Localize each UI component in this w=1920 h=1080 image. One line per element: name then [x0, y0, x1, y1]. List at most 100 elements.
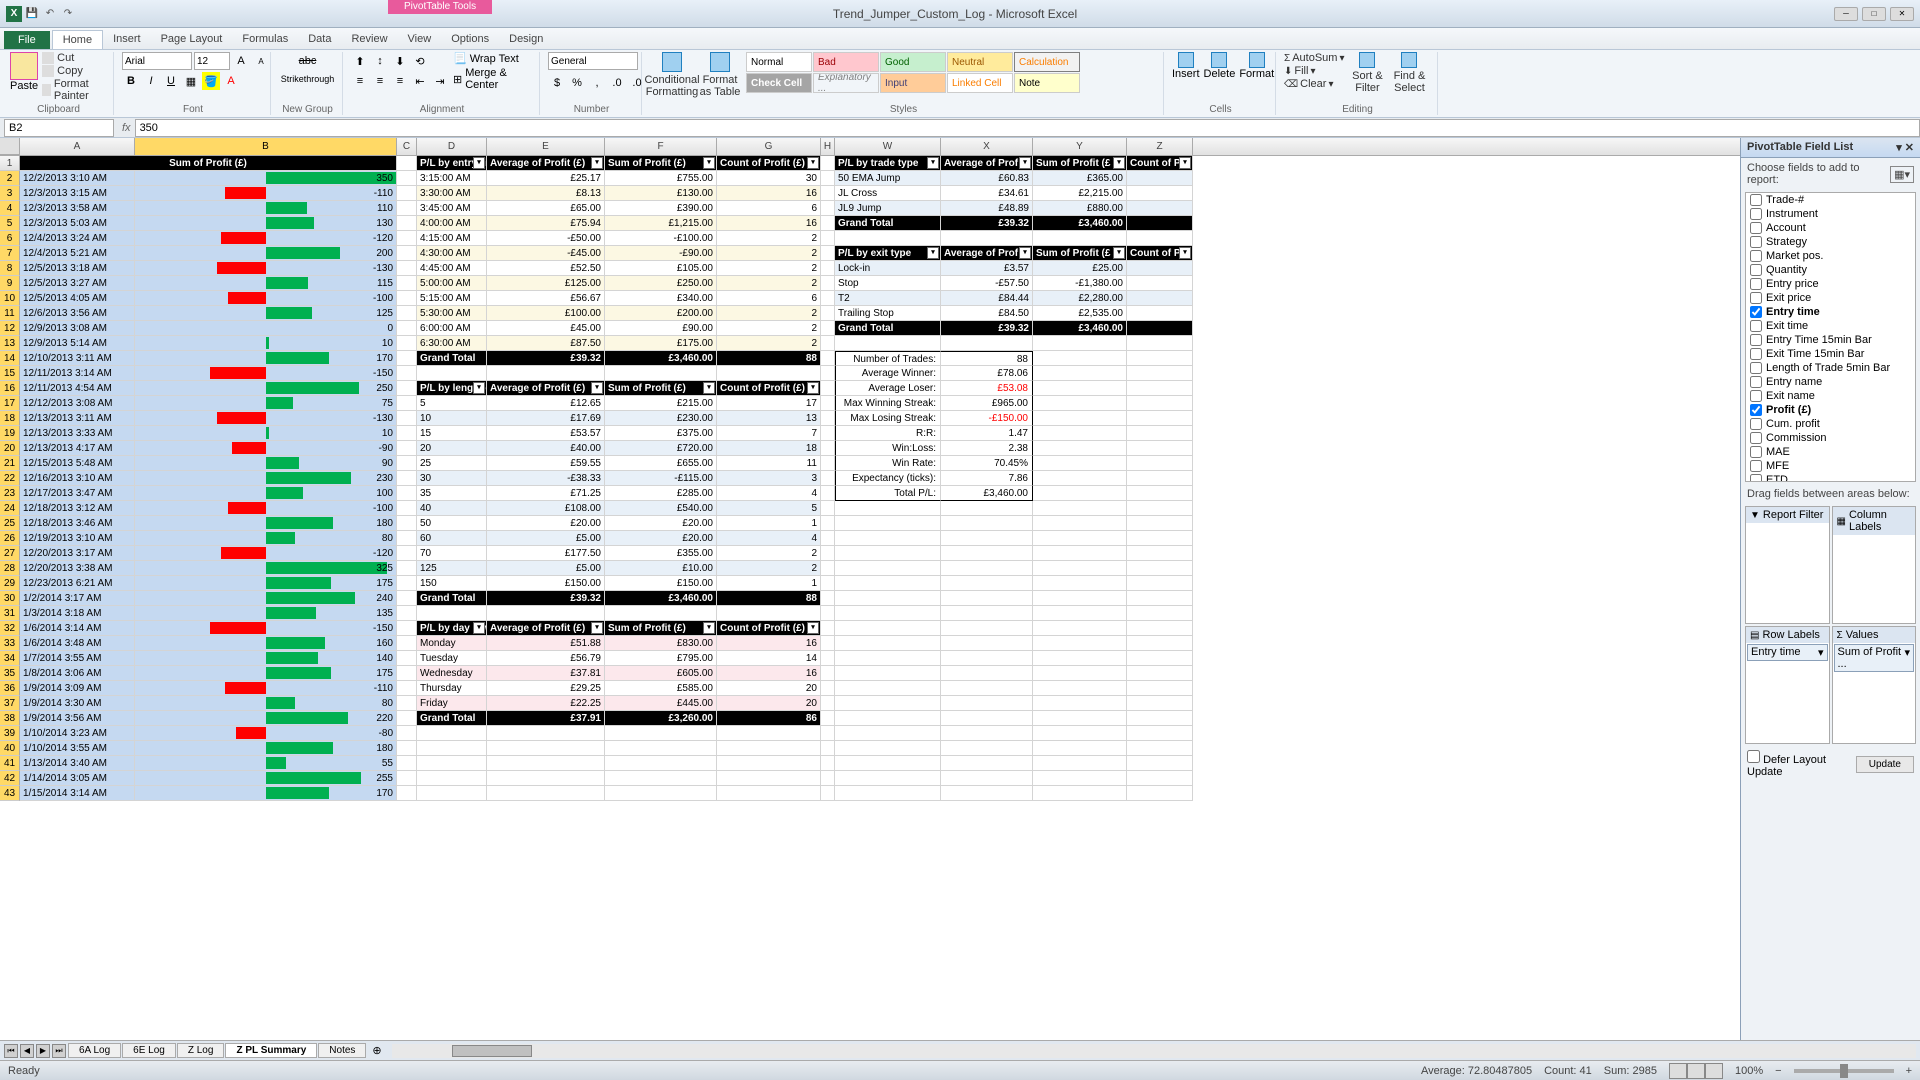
column-labels-zone[interactable]: ▦ Column Labels: [1832, 506, 1917, 624]
fill-color-button[interactable]: 🪣: [202, 72, 220, 90]
defer-checkbox[interactable]: Defer Layout Update: [1747, 750, 1852, 778]
maximize-icon[interactable]: □: [1862, 7, 1886, 21]
format-painter-button[interactable]: Format Painter: [42, 78, 107, 102]
undo-icon[interactable]: ↶: [42, 6, 58, 22]
align-left-icon[interactable]: ≡: [351, 72, 369, 90]
font-color-button[interactable]: A: [222, 72, 240, 90]
row-header-28[interactable]: 28: [0, 561, 20, 576]
merge-center-button[interactable]: ⊞Merge & Center: [453, 67, 533, 91]
col-header-A[interactable]: A: [20, 138, 135, 155]
filter-icon[interactable]: ▾: [927, 247, 939, 259]
sheet-tab-z-log[interactable]: Z Log: [177, 1043, 225, 1058]
field-length-of-trade-5min-bar[interactable]: Length of Trade 5min Bar: [1746, 361, 1915, 375]
row-header-37[interactable]: 37: [0, 696, 20, 711]
col-header-W[interactable]: W: [835, 138, 941, 155]
field-cum--profit[interactable]: Cum. profit: [1746, 417, 1915, 431]
tab-first-icon[interactable]: ⏮: [4, 1044, 18, 1058]
field-entry-time[interactable]: Entry time: [1746, 305, 1915, 319]
zoom-in-icon[interactable]: +: [1906, 1065, 1912, 1077]
find-select-button[interactable]: Find & Select: [1390, 52, 1428, 94]
row-header-41[interactable]: 41: [0, 756, 20, 771]
filter-icon[interactable]: ▾: [591, 622, 603, 634]
page-break-view-icon[interactable]: [1705, 1063, 1723, 1079]
menu-tab-formulas[interactable]: Formulas: [232, 30, 298, 49]
style-good[interactable]: Good: [880, 52, 946, 72]
sheet-tab-6a-log[interactable]: 6A Log: [68, 1043, 121, 1058]
menu-tab-data[interactable]: Data: [298, 30, 341, 49]
row-header-20[interactable]: 20: [0, 441, 20, 456]
row-header-16[interactable]: 16: [0, 381, 20, 396]
col-header-F[interactable]: F: [605, 138, 717, 155]
menu-tab-page-layout[interactable]: Page Layout: [151, 30, 233, 49]
field-commission[interactable]: Commission: [1746, 431, 1915, 445]
field-etd[interactable]: ETD: [1746, 473, 1915, 482]
style-calculation[interactable]: Calculation: [1014, 52, 1080, 72]
autosum-button[interactable]: Σ AutoSum ▾: [1284, 52, 1344, 64]
row-header-30[interactable]: 30: [0, 591, 20, 606]
format-cells-button[interactable]: Format: [1239, 52, 1274, 80]
row-header-21[interactable]: 21: [0, 456, 20, 471]
style-bad[interactable]: Bad: [813, 52, 879, 72]
number-format-select[interactable]: [548, 52, 638, 70]
menu-tab-view[interactable]: View: [398, 30, 442, 49]
zoom-out-icon[interactable]: −: [1775, 1065, 1781, 1077]
row-header-4[interactable]: 4: [0, 201, 20, 216]
inc-decimal-icon[interactable]: .0: [608, 74, 626, 92]
row-header-3[interactable]: 3: [0, 186, 20, 201]
field-mfe[interactable]: MFE: [1746, 459, 1915, 473]
row-header-35[interactable]: 35: [0, 666, 20, 681]
row-header-12[interactable]: 12: [0, 321, 20, 336]
update-button[interactable]: Update: [1856, 756, 1914, 773]
filter-icon[interactable]: ▾: [1179, 247, 1191, 259]
field-exit-time-15min-bar[interactable]: Exit Time 15min Bar: [1746, 347, 1915, 361]
row-header-9[interactable]: 9: [0, 276, 20, 291]
orientation-icon[interactable]: ⟲: [411, 52, 429, 70]
col-header-G[interactable]: G: [717, 138, 821, 155]
tab-last-icon[interactable]: ⏭: [52, 1044, 66, 1058]
row-header-24[interactable]: 24: [0, 501, 20, 516]
row-header-36[interactable]: 36: [0, 681, 20, 696]
filter-icon[interactable]: ▾: [703, 622, 715, 634]
close-panel-icon[interactable]: ▾ ✕: [1896, 141, 1914, 154]
menu-tab-insert[interactable]: Insert: [103, 30, 151, 49]
row-header-10[interactable]: 10: [0, 291, 20, 306]
filter-icon[interactable]: ▾: [1019, 157, 1031, 169]
col-header-D[interactable]: D: [417, 138, 487, 155]
filter-icon[interactable]: ▾: [807, 157, 819, 169]
clear-button[interactable]: ⌫ Clear ▾: [1284, 78, 1344, 90]
field-strategy[interactable]: Strategy: [1746, 235, 1915, 249]
report-filter-zone[interactable]: ▼ Report Filter: [1745, 506, 1830, 624]
fx-icon[interactable]: fx: [122, 122, 131, 134]
save-icon[interactable]: 💾: [24, 6, 40, 22]
field-exit-time[interactable]: Exit time: [1746, 319, 1915, 333]
row-header-25[interactable]: 25: [0, 516, 20, 531]
underline-button[interactable]: U: [162, 72, 180, 90]
col-header-E[interactable]: E: [487, 138, 605, 155]
redo-icon[interactable]: ↷: [60, 6, 76, 22]
field-quantity[interactable]: Quantity: [1746, 263, 1915, 277]
minimize-icon[interactable]: ─: [1834, 7, 1858, 21]
style-explanatory[interactable]: Explanatory ...: [813, 73, 879, 93]
filter-icon[interactable]: ▾: [1113, 157, 1125, 169]
indent-inc-icon[interactable]: ⇥: [431, 72, 449, 90]
style-neutral[interactable]: Neutral: [947, 52, 1013, 72]
tab-next-icon[interactable]: ▶: [36, 1044, 50, 1058]
menu-tab-design[interactable]: Design: [499, 30, 553, 49]
row-header-39[interactable]: 39: [0, 726, 20, 741]
field-mae[interactable]: MAE: [1746, 445, 1915, 459]
row-header-23[interactable]: 23: [0, 486, 20, 501]
col-header-X[interactable]: X: [941, 138, 1033, 155]
menu-tab-options[interactable]: Options: [441, 30, 499, 49]
row-header-13[interactable]: 13: [0, 336, 20, 351]
sheet-tab-6e-log[interactable]: 6E Log: [122, 1043, 176, 1058]
insert-cells-button[interactable]: Insert: [1172, 52, 1200, 80]
row-header-2[interactable]: 2: [0, 171, 20, 186]
filter-icon[interactable]: ▾: [1113, 247, 1125, 259]
col-header-C[interactable]: C: [397, 138, 417, 155]
filter-icon[interactable]: ▾: [591, 157, 603, 169]
close-icon[interactable]: ✕: [1890, 7, 1914, 21]
field-exit-price[interactable]: Exit price: [1746, 291, 1915, 305]
filter-icon[interactable]: ▾: [927, 157, 939, 169]
style-checkcell[interactable]: Check Cell: [746, 73, 812, 93]
currency-icon[interactable]: $: [548, 74, 566, 92]
